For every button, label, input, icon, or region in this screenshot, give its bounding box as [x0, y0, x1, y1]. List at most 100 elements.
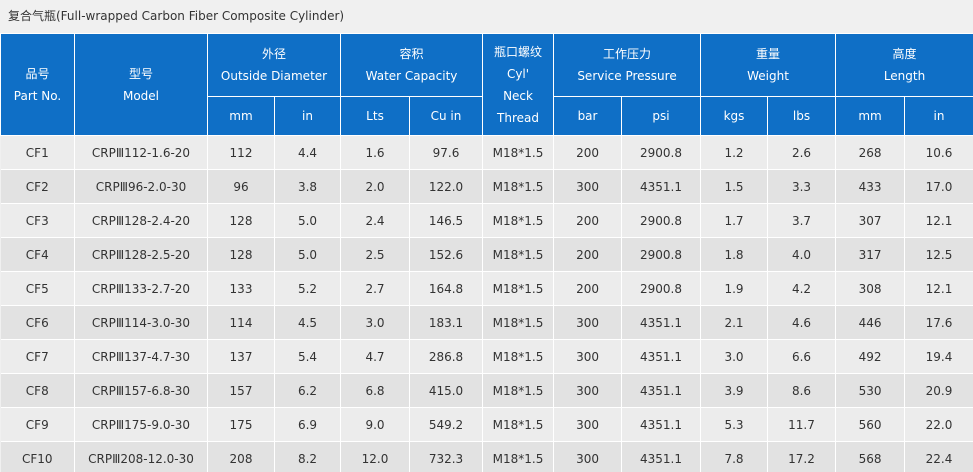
- table-cell: 2.6: [767, 135, 837, 170]
- table-cell: 200: [553, 135, 623, 170]
- table-cell: 307: [835, 203, 906, 238]
- table-cell: 2900.8: [621, 271, 702, 306]
- table-cell: 5.3: [700, 407, 769, 442]
- table-cell: 19.4: [904, 339, 973, 374]
- table-cell: 7.8: [700, 441, 769, 472]
- unit-pressure-bar: bar: [553, 96, 623, 136]
- table-cell: 2.5: [340, 237, 410, 272]
- table-cell: 1.5: [700, 169, 769, 204]
- table-cell: 268: [835, 135, 906, 170]
- table-cell: M18*1.5: [482, 237, 555, 272]
- table-cell: 568: [835, 441, 906, 472]
- table-cell: 549.2: [409, 407, 484, 442]
- unit-length-mm: mm: [835, 96, 906, 136]
- header-service-pressure: 工作压力 Service Pressure: [553, 33, 702, 97]
- table-cell: 300: [553, 441, 623, 472]
- header-model: 型号 Model: [74, 33, 208, 136]
- unit-weight-kgs: kgs: [700, 96, 769, 136]
- table-cell: M18*1.5: [482, 305, 555, 340]
- table-cell: 4.2: [767, 271, 837, 306]
- table-cell: 446: [835, 305, 906, 340]
- table-cell: CF4: [0, 237, 75, 272]
- table-cell: 200: [553, 203, 623, 238]
- table-cell: 300: [553, 407, 623, 442]
- table-cell: 22.4: [904, 441, 973, 472]
- table-cell: M18*1.5: [482, 203, 555, 238]
- table-cell: CF5: [0, 271, 75, 306]
- header-water-capacity: 容积 Water Capacity: [339, 33, 484, 97]
- table-cell: 2900.8: [621, 135, 702, 170]
- table-cell: 2.4: [340, 203, 410, 238]
- table-row: CF8 CRPⅢ157-6.8-30 157 6.2 6.8 415.0 M18*1.5 30…: [0, 373, 973, 408]
- table-cell: 200: [553, 237, 623, 272]
- table-cell: 8.6: [767, 373, 837, 408]
- page-title: 复合气瓶(Full-wrapped Carbon Fiber Composite…: [8, 9, 345, 23]
- table-cell: 433: [835, 169, 906, 204]
- table-cell: 11.7: [767, 407, 837, 442]
- table-cell: 6.2: [274, 373, 341, 408]
- table-cell: 5.0: [274, 237, 341, 272]
- table-cell: M18*1.5: [482, 169, 555, 204]
- table-cell: CRPⅢ157-6.8-30: [74, 373, 208, 408]
- table-cell: 6.8: [340, 373, 410, 408]
- table-cell: 2.1: [700, 305, 769, 340]
- table-cell: 732.3: [409, 441, 484, 472]
- unit-weight-lbs: lbs: [767, 96, 837, 136]
- table-cell: 200: [553, 271, 623, 306]
- table-row: CF10 CRPⅢ208-12.0-30 208 8.2 12.0 732.3 M18*1.…: [0, 441, 973, 472]
- table-cell: 97.6: [409, 135, 484, 170]
- table-cell: 9.0: [340, 407, 410, 442]
- table-cell: 3.9: [700, 373, 769, 408]
- table-cell: 4.5: [274, 305, 341, 340]
- header-outside-diameter: 外径 Outside Diameter: [207, 33, 341, 97]
- table-cell: 12.0: [340, 441, 410, 472]
- table-row: CF1 CRPⅢ112-1.6-20 112 4.4 1.6 97.6 M18*1.5 200…: [0, 135, 973, 170]
- table-cell: CRPⅢ208-12.0-30: [74, 441, 208, 472]
- table-cell: 286.8: [409, 339, 484, 374]
- table-row: CF7 CRPⅢ137-4.7-30 137 5.4 4.7 286.8 M18*1.5 30…: [0, 339, 973, 374]
- unit-od-in: in: [274, 96, 341, 136]
- table-cell: CF2: [0, 169, 75, 204]
- table-cell: CRPⅢ114-3.0-30: [74, 305, 208, 340]
- table-cell: 308: [835, 271, 906, 306]
- table-row: CF2 CRPⅢ96-2.0-30 96 3.8 2.0 122.0 M18*1.5 300 4…: [0, 169, 973, 204]
- table-cell: M18*1.5: [482, 135, 555, 170]
- table-cell: 4351.1: [621, 373, 702, 408]
- table-cell: 4351.1: [621, 169, 702, 204]
- table-cell: 300: [553, 305, 623, 340]
- table-body: CF1 CRPⅢ112-1.6-20 112 4.4 1.6 97.6 M18*1.5 200…: [0, 135, 973, 472]
- table-cell: 4.4: [274, 135, 341, 170]
- table-cell: 415.0: [409, 373, 484, 408]
- header-neck-thread: 瓶口螺纹 Cyl' Neck Thread: [482, 33, 555, 136]
- table-cell: 4351.1: [621, 441, 702, 472]
- table-cell: 3.0: [700, 339, 769, 374]
- unit-capacity-cuin: Cu in: [408, 96, 484, 136]
- table-cell: 4351.1: [621, 305, 702, 340]
- table-cell: 300: [553, 373, 623, 408]
- table-cell: 3.8: [274, 169, 341, 204]
- table-cell: CF7: [0, 339, 75, 374]
- table-cell: 8.2: [274, 441, 341, 472]
- table-cell: CRPⅢ112-1.6-20: [74, 135, 208, 170]
- table-cell: 5.2: [274, 271, 341, 306]
- table-cell: M18*1.5: [482, 441, 555, 472]
- table-cell: 5.0: [274, 203, 341, 238]
- table-cell: 6.6: [767, 339, 837, 374]
- table-cell: 4.0: [767, 237, 837, 272]
- table-cell: 6.9: [274, 407, 341, 442]
- table-cell: 12.1: [904, 271, 973, 306]
- table-cell: 3.0: [340, 305, 410, 340]
- table-cell: 300: [553, 169, 623, 204]
- unit-length-in: in: [904, 96, 973, 136]
- table-cell: CF10: [0, 441, 75, 472]
- table-cell: 560: [835, 407, 906, 442]
- table-cell: M18*1.5: [482, 373, 555, 408]
- table-cell: 208: [207, 441, 275, 472]
- header-part-no: 品号 Part No.: [0, 33, 75, 136]
- table-cell: 12.1: [904, 203, 973, 238]
- cylinder-spec-table: 品号 Part No. 型号 Model 外径 Outside Diameter…: [0, 33, 973, 472]
- table-cell: CRPⅢ96-2.0-30: [74, 169, 208, 204]
- unit-od-mm: mm: [207, 96, 275, 136]
- table-row: CF3 CRPⅢ128-2.4-20 128 5.0 2.4 146.5 M18*1.5 20…: [0, 203, 973, 238]
- table-cell: 5.4: [274, 339, 341, 374]
